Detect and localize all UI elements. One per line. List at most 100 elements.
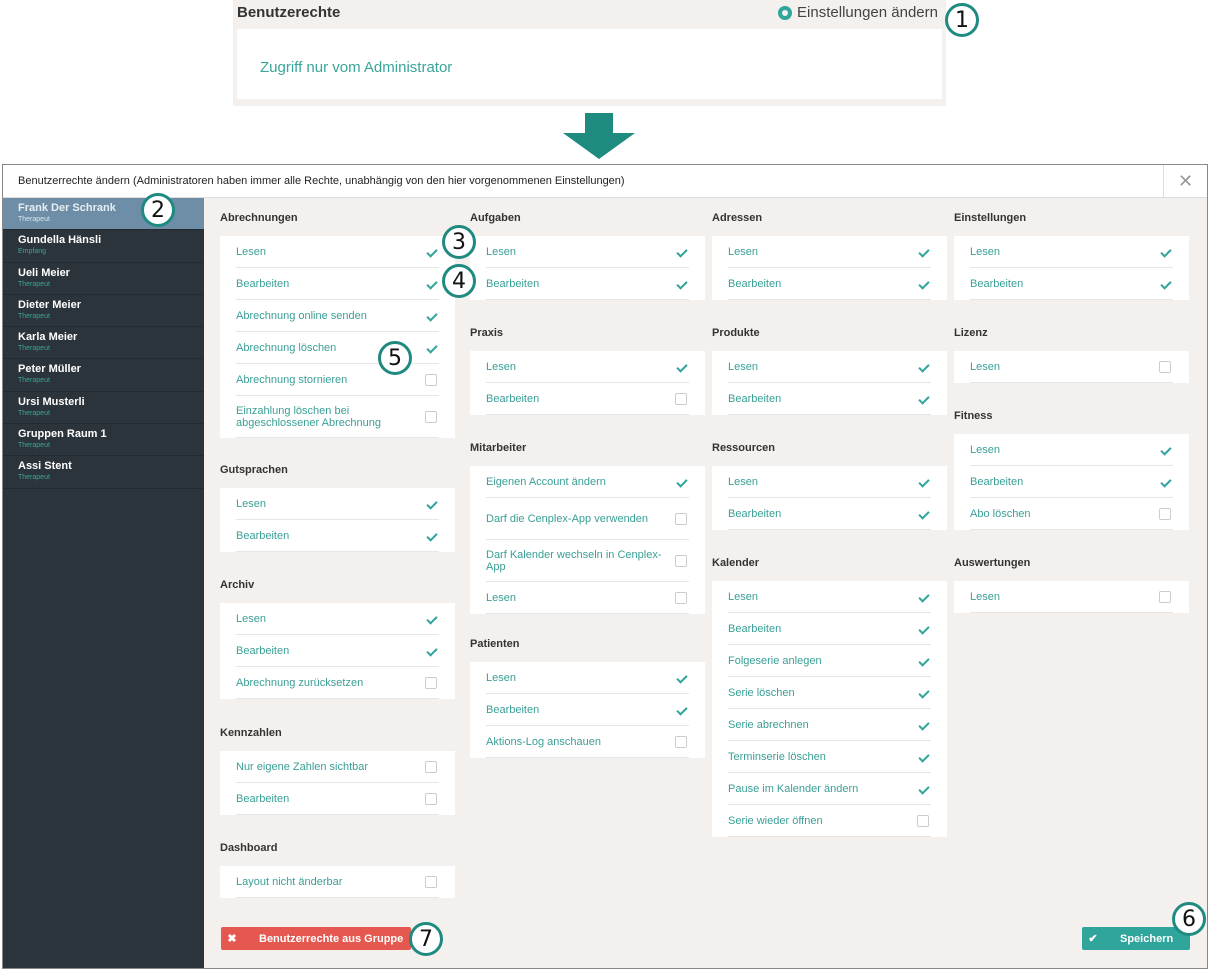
change-settings-label: Einstellungen ändern — [797, 4, 938, 21]
save-button[interactable]: ✔ Speichern — [1082, 927, 1190, 950]
permission-label: Abo löschen — [970, 507, 1031, 520]
permission-checkbox[interactable] — [425, 373, 437, 386]
permission-checkbox[interactable] — [917, 278, 929, 290]
permission-checkbox[interactable] — [1159, 246, 1171, 258]
permission-checkbox[interactable] — [917, 687, 929, 699]
permission-checkbox[interactable] — [425, 875, 437, 888]
permission-checkbox[interactable] — [1159, 590, 1171, 603]
permission-row: Lesen — [970, 236, 1173, 268]
permission-checkbox[interactable] — [675, 554, 687, 567]
close-icon[interactable]: ✕ — [1163, 165, 1207, 198]
permission-checkbox[interactable] — [675, 704, 687, 716]
permission-checkbox[interactable] — [425, 278, 437, 290]
permission-group: Dashboard Layout nicht änderbar — [220, 840, 455, 898]
permission-card: Lesen Bearbeiten — [220, 488, 455, 552]
permission-group-title: Produkte — [712, 327, 760, 339]
permission-group: Mitarbeiter Eigenen Account ändern Darf di… — [470, 440, 705, 614]
permission-checkbox[interactable] — [675, 512, 687, 525]
user-list-item[interactable]: Assi Stent Therapeut — [3, 456, 204, 489]
permission-row: Eigenen Account ändern — [486, 466, 689, 498]
permission-checkbox[interactable] — [675, 361, 687, 373]
permission-checkbox[interactable] — [425, 792, 437, 805]
permission-checkbox[interactable] — [425, 498, 437, 510]
permission-checkbox[interactable] — [1159, 360, 1171, 373]
user-list-item[interactable]: Gruppen Raum 1 Therapeut — [3, 424, 204, 457]
permission-label: Lesen — [236, 245, 266, 258]
permission-row: Bearbeiten — [970, 268, 1173, 300]
permission-row: Bearbeiten — [236, 520, 439, 552]
permission-label: Nur eigene Zahlen sichtbar — [236, 760, 369, 773]
permission-label: Terminserie löschen — [728, 750, 826, 763]
user-role: Therapeut — [18, 345, 50, 353]
permission-checkbox[interactable] — [917, 476, 929, 488]
permission-checkbox[interactable] — [917, 393, 929, 405]
user-name: Ursi Musterli — [18, 395, 85, 408]
permission-checkbox[interactable] — [917, 361, 929, 373]
permission-checkbox[interactable] — [675, 476, 687, 488]
permission-group: Kalender Lesen Bearbeiten Folgeserie anlege… — [712, 555, 947, 837]
remove-group-rights-button[interactable]: ✖ Benutzerrechte aus Gruppe — [221, 927, 411, 950]
permission-checkbox[interactable] — [675, 591, 687, 604]
permission-checkbox[interactable] — [917, 623, 929, 635]
permission-checkbox[interactable] — [425, 676, 437, 689]
user-list-item[interactable]: Dieter Meier Therapeut — [3, 295, 204, 328]
permission-checkbox[interactable] — [425, 310, 437, 322]
permission-row: Lesen — [486, 236, 689, 268]
modal-title: Benutzerrechte ändern (Administratoren h… — [18, 175, 625, 187]
permission-checkbox[interactable] — [425, 613, 437, 625]
permission-row: Lesen — [236, 488, 439, 520]
annotation-badge: 6 — [1172, 902, 1206, 936]
permission-label: Bearbeiten — [236, 644, 290, 657]
permission-checkbox[interactable] — [917, 719, 929, 731]
permission-checkbox[interactable] — [425, 246, 437, 258]
user-list-item[interactable]: Peter Müller Therapeut — [3, 359, 204, 392]
permission-checkbox[interactable] — [917, 246, 929, 258]
permission-checkbox[interactable] — [425, 530, 437, 542]
permission-checkbox[interactable] — [917, 783, 929, 795]
permission-checkbox[interactable] — [675, 392, 687, 405]
permission-checkbox[interactable] — [425, 342, 437, 354]
permission-checkbox[interactable] — [675, 246, 687, 258]
annotation-badge: 1 — [945, 3, 979, 37]
permission-checkbox[interactable] — [1159, 278, 1171, 290]
permission-checkbox[interactable] — [1159, 444, 1171, 456]
permission-checkbox[interactable] — [917, 508, 929, 520]
permission-checkbox[interactable] — [917, 655, 929, 667]
permission-row: Pause im Kalender ändern — [728, 773, 931, 805]
permission-card: Lesen Bearbeiten — [954, 236, 1189, 300]
permission-checkbox[interactable] — [1159, 476, 1171, 488]
permission-checkbox[interactable] — [675, 735, 687, 748]
permission-checkbox[interactable] — [1159, 507, 1171, 520]
permission-label: Lesen — [728, 245, 758, 258]
remove-group-rights-label: Benutzerrechte aus Gruppe — [259, 932, 404, 945]
permission-checkbox[interactable] — [917, 591, 929, 603]
permission-checkbox[interactable] — [917, 751, 929, 763]
permission-checkbox[interactable] — [425, 760, 437, 773]
permission-card: Lesen Bearbeiten Abrechnung zurücksetzen — [220, 603, 455, 699]
user-list-item[interactable]: Gundella Hänsli Empfang — [3, 230, 204, 263]
permission-row: Bearbeiten — [236, 268, 439, 300]
permission-label: Bearbeiten — [970, 277, 1024, 290]
permission-card: Lesen Bearbeiten — [470, 351, 705, 415]
permission-checkbox[interactable] — [425, 645, 437, 657]
permission-checkbox[interactable] — [425, 410, 437, 423]
permission-group: Produkte Lesen Bearbeiten — [712, 325, 947, 415]
permission-label: Darf die Cenplex-App verwenden — [486, 512, 649, 525]
permission-checkbox[interactable] — [917, 814, 929, 827]
user-list-item[interactable]: Ursi Musterli Therapeut — [3, 392, 204, 425]
change-settings-link[interactable]: Einstellungen ändern — [778, 4, 938, 21]
user-role: Therapeut — [18, 377, 50, 385]
permission-group: Adressen Lesen Bearbeiten — [712, 210, 947, 300]
user-list-item[interactable]: Karla Meier Therapeut — [3, 327, 204, 360]
user-list-item[interactable]: Ueli Meier Therapeut — [3, 263, 204, 295]
permission-label: Bearbeiten — [236, 792, 290, 805]
user-rights-modal: Benutzerrechte ändern (Administratoren h… — [2, 164, 1208, 969]
permission-row: Bearbeiten — [486, 383, 689, 415]
check-icon: ✔ — [1088, 933, 1098, 945]
permission-row: Bearbeiten — [486, 268, 689, 300]
permission-group-title: Dashboard — [220, 842, 278, 854]
permission-row: Lesen — [970, 351, 1173, 383]
permission-checkbox[interactable] — [675, 672, 687, 684]
permission-checkbox[interactable] — [675, 278, 687, 290]
annotation-badge: 7 — [409, 922, 443, 956]
